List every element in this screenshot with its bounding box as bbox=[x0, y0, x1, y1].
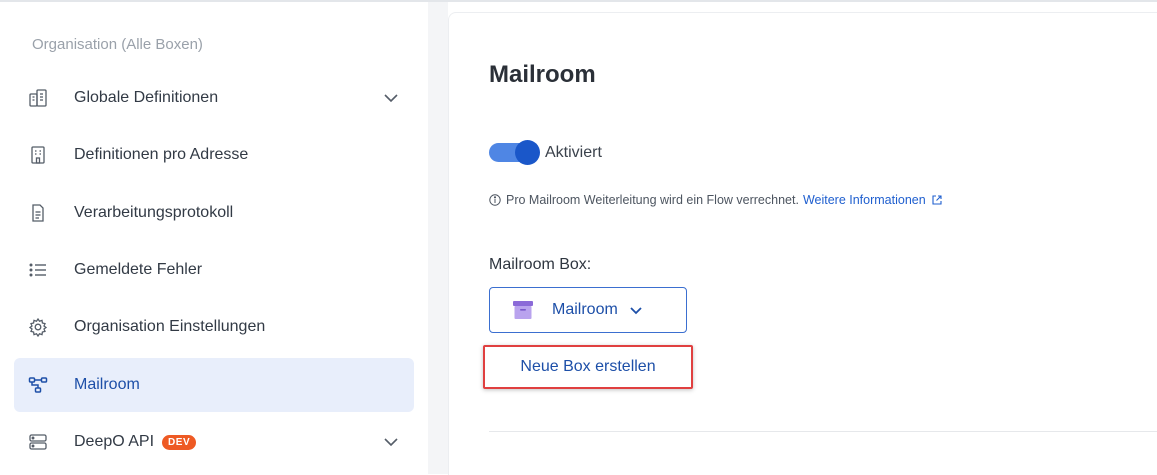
server-icon bbox=[28, 432, 48, 452]
dev-badge: DEV bbox=[162, 434, 197, 450]
content-gutter bbox=[428, 2, 448, 474]
sidebar-item-organisation-einstellungen[interactable]: Organisation Einstellungen bbox=[14, 300, 414, 354]
external-link-icon[interactable] bbox=[931, 194, 943, 206]
info-text: Pro Mailroom Weiterleitung wird ein Flow… bbox=[506, 193, 799, 207]
document-icon bbox=[28, 203, 48, 223]
buildings-icon bbox=[28, 88, 48, 108]
new-box-link-label: Neue Box erstellen bbox=[520, 358, 656, 375]
sidebar-item-label: Mailroom bbox=[74, 376, 140, 393]
chevron-down-icon[interactable] bbox=[382, 89, 400, 107]
sidebar-item-label: Definitionen pro Adresse bbox=[74, 146, 249, 163]
sidebar-item-definitionen-pro-adresse[interactable]: Definitionen pro Adresse bbox=[14, 128, 414, 182]
toggle-label: Aktiviert bbox=[545, 144, 602, 161]
divider bbox=[489, 431, 1157, 432]
info-icon bbox=[489, 194, 501, 206]
sidebar-item-gemeldete-fehler[interactable]: Gemeldete Fehler bbox=[14, 243, 414, 297]
page-title: Mailroom bbox=[489, 61, 596, 88]
sidebar-item-label: DeepO API bbox=[74, 433, 155, 450]
archive-box-icon bbox=[513, 301, 533, 319]
toggle-knob bbox=[515, 140, 540, 165]
chevron-down-icon[interactable] bbox=[382, 433, 400, 451]
chevron-down-icon bbox=[630, 307, 642, 315]
list-icon bbox=[28, 260, 48, 280]
building-icon bbox=[28, 145, 48, 165]
select-value: Mailroom bbox=[552, 301, 618, 318]
mailroom-box-select[interactable]: Mailroom bbox=[489, 287, 687, 333]
activation-toggle[interactable] bbox=[489, 140, 540, 165]
sidebar-item-verarbeitungsprotokoll[interactable]: Verarbeitungsprotokoll bbox=[14, 186, 414, 240]
main-panel: Mailroom Aktiviert Pro Mailroom Weiterle… bbox=[448, 12, 1157, 475]
sidebar-item-label: Globale Definitionen bbox=[74, 89, 219, 106]
more-info-link[interactable]: Weitere Informationen bbox=[803, 193, 926, 207]
sidebar-item-deepo-api[interactable]: DeepO API DEV bbox=[14, 415, 414, 469]
sidebar-item-label: Organisation Einstellungen bbox=[74, 318, 266, 335]
sidebar-section-title: Organisation (Alle Boxen) bbox=[32, 36, 203, 53]
sidebar-item-globale-definitionen[interactable]: Globale Definitionen bbox=[14, 71, 414, 125]
flow-icon bbox=[28, 375, 48, 395]
sidebar-item-mailroom[interactable]: Mailroom bbox=[14, 358, 414, 412]
sidebar-item-label: Gemeldete Fehler bbox=[74, 261, 203, 278]
new-box-link[interactable]: Neue Box erstellen bbox=[483, 345, 693, 389]
sidebar-item-label: Verarbeitungsprotokoll bbox=[74, 204, 234, 221]
gear-icon bbox=[28, 317, 48, 337]
mailroom-box-label: Mailroom Box: bbox=[489, 256, 592, 273]
sidebar: Organisation (Alle Boxen) Globale Defini… bbox=[0, 2, 428, 474]
info-notice: Pro Mailroom Weiterleitung wird ein Flow… bbox=[489, 193, 943, 207]
